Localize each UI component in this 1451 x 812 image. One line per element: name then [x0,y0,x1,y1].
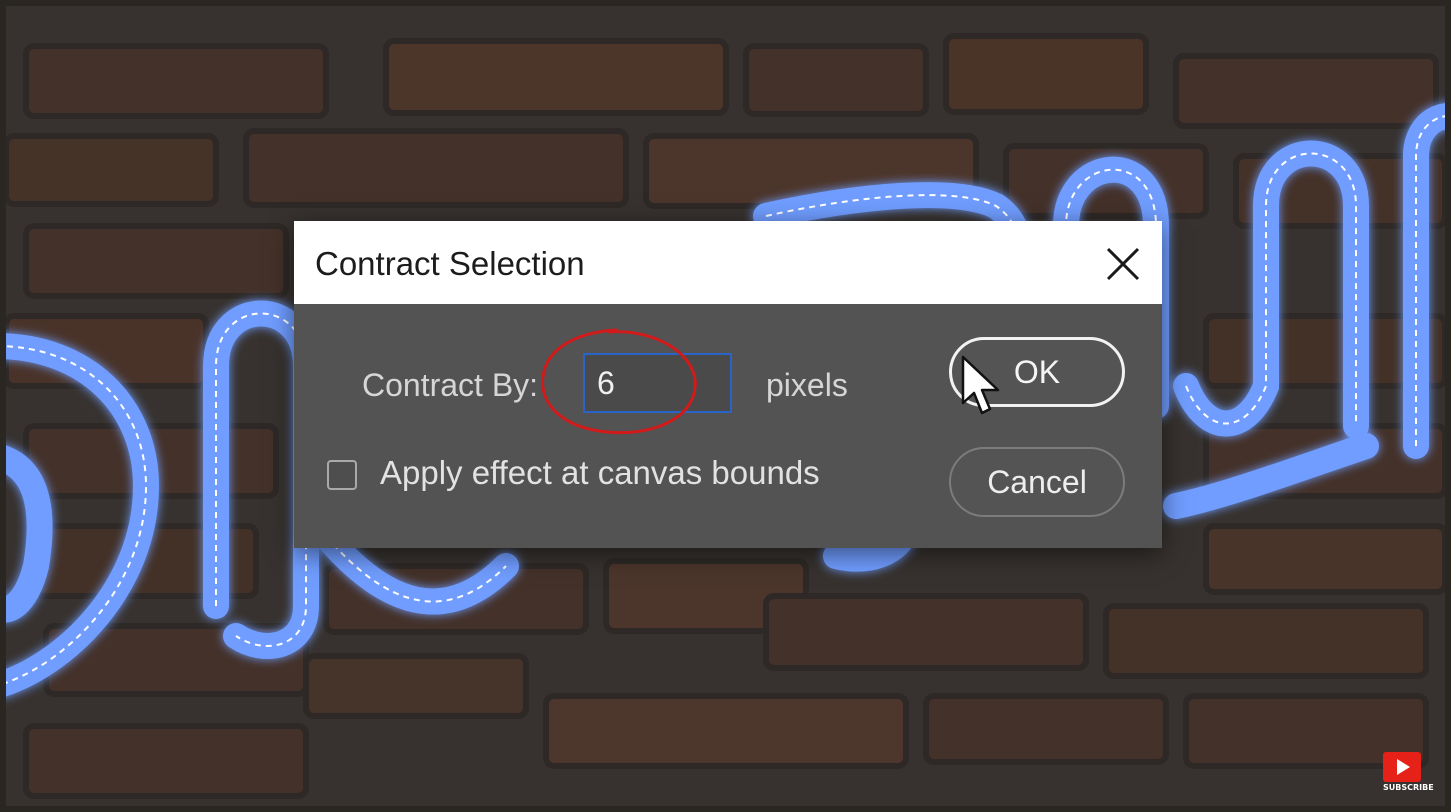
contract-amount-input[interactable] [583,353,732,413]
close-button[interactable] [1102,243,1144,285]
cancel-button[interactable]: Cancel [949,447,1125,517]
apply-canvas-bounds-label[interactable]: Apply effect at canvas bounds [380,454,820,492]
dialog-titlebar[interactable]: Contract Selection [294,221,1162,304]
close-icon [1106,247,1140,281]
youtube-play-icon [1383,752,1421,782]
apply-canvas-bounds-checkbox[interactable] [327,460,357,490]
ok-button-label: OK [1013,353,1061,390]
contract-selection-dialog: Contract Selection Contract By: pixels A… [294,221,1162,548]
ok-button[interactable]: OK [949,337,1125,407]
dialog-title: Contract Selection [315,245,585,282]
subscribe-button[interactable]: SUBSCRIBE [1383,752,1434,792]
contract-by-label: Contract By: [362,367,539,403]
units-label: pixels [766,367,848,403]
subscribe-label: SUBSCRIBE [1383,783,1434,792]
cancel-button-label: Cancel [987,463,1087,500]
